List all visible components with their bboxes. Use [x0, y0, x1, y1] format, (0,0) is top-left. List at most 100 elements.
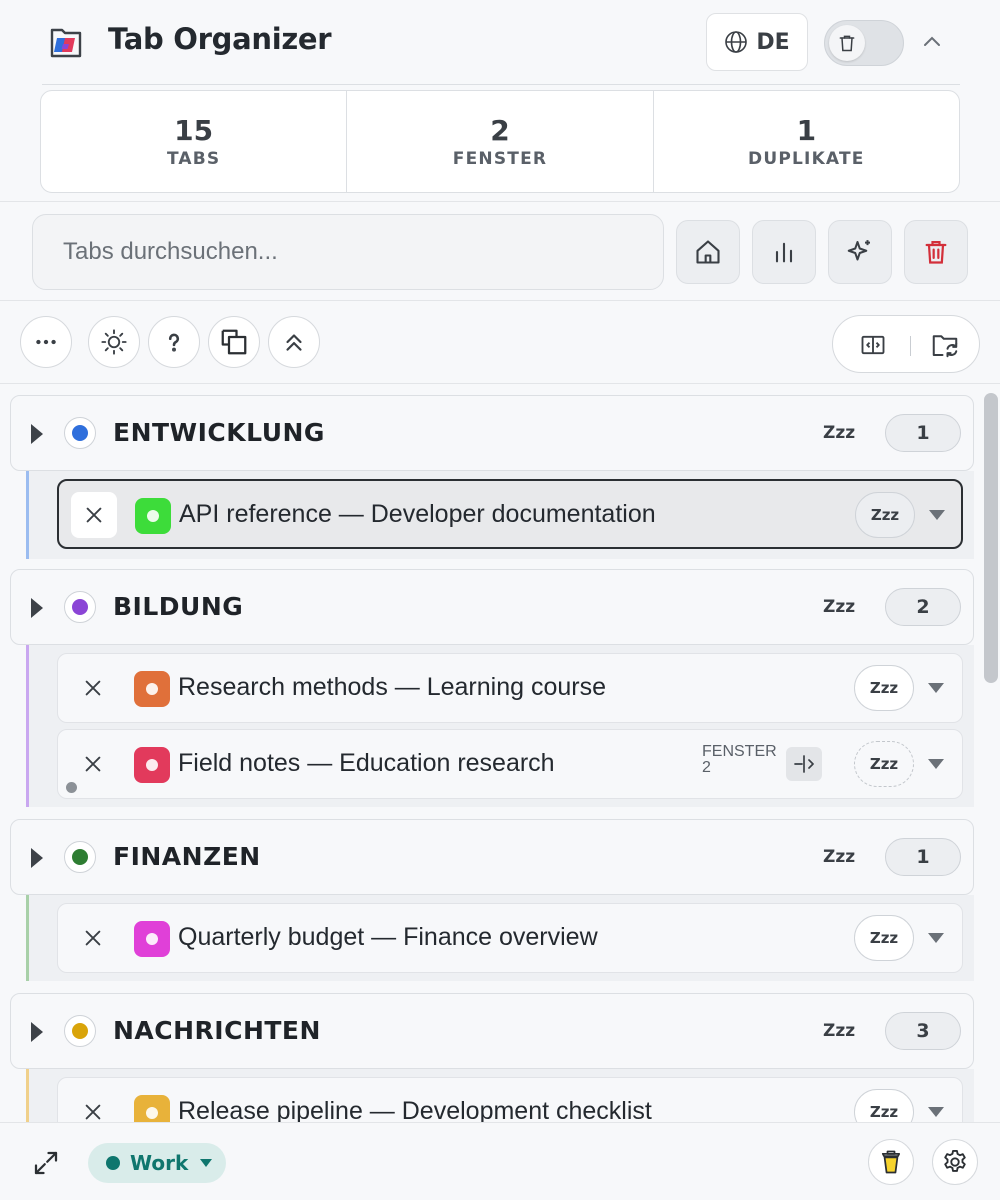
tab-favicon: [134, 747, 170, 783]
theme-toggle-button[interactable]: [88, 316, 140, 368]
group-header-finanzen[interactable]: FINANZEN Zzz 1: [10, 819, 974, 895]
group-header-nachrichten[interactable]: NACHRICHTEN Zzz 3: [10, 993, 974, 1069]
globe-icon: [725, 31, 748, 53]
split-view-button[interactable]: [857, 329, 889, 361]
group-snooze-button[interactable]: Zzz: [823, 847, 855, 867]
trash-red-icon: [925, 240, 947, 264]
group-snooze-button[interactable]: Zzz: [823, 1021, 855, 1041]
snooze-tab-button[interactable]: Zzz: [854, 665, 914, 711]
group-color-dot[interactable]: [64, 417, 96, 449]
help-button[interactable]: [148, 316, 200, 368]
toolbar: [0, 302, 1000, 384]
statistics-button[interactable]: [752, 220, 816, 284]
tab-title[interactable]: Research methods — Learning course: [178, 673, 606, 702]
search-input[interactable]: [32, 214, 664, 290]
group-header-bildung[interactable]: BILDUNG Zzz 2: [10, 569, 974, 645]
expand-caret-icon[interactable]: [31, 598, 43, 618]
tab-menu-caret-icon[interactable]: [928, 933, 944, 943]
snooze-tab-button[interactable]: Zzz: [854, 1089, 914, 1122]
app-title: Tab Organizer: [108, 22, 332, 56]
delete-mode-toggle[interactable]: [824, 20, 904, 66]
color-swatch: [72, 1023, 88, 1039]
home-button[interactable]: [676, 220, 740, 284]
stat-value: 1: [796, 113, 817, 147]
settings-button[interactable]: [932, 1139, 978, 1185]
group-color-dot[interactable]: [64, 591, 96, 623]
move-to-window-button[interactable]: [786, 747, 822, 781]
stat-label: TABS: [166, 148, 221, 169]
tab-title[interactable]: Field notes — Education research: [178, 749, 555, 778]
group-body-nachrichten: Release pipeline — Development checklist…: [26, 1069, 974, 1122]
group-name: FINANZEN: [113, 842, 261, 871]
tab-title[interactable]: Quarterly budget — Finance overview: [178, 923, 598, 952]
stat-value: 2: [490, 113, 510, 147]
language-button[interactable]: DE: [706, 13, 808, 71]
header-divider: [42, 84, 960, 85]
sync-folder-button[interactable]: [929, 329, 961, 361]
group-snooze-button[interactable]: Zzz: [823, 423, 855, 443]
chevron-down-icon: [200, 1159, 213, 1167]
open-fullscreen-button[interactable]: [28, 1145, 64, 1181]
tab-menu-caret-icon[interactable]: [929, 510, 945, 520]
favicon-dot: [146, 759, 158, 771]
search-row: [0, 203, 1000, 301]
group-snooze-button[interactable]: Zzz: [823, 597, 855, 617]
close-tab-button[interactable]: [70, 741, 116, 787]
bar-chart-icon: [775, 242, 793, 263]
coffee-cup-icon: [881, 1150, 901, 1174]
tab-row[interactable]: API reference — Developer documentation …: [57, 479, 963, 549]
ellipsis-icon: [36, 339, 56, 345]
tab-favicon: [135, 498, 171, 534]
collapse-all-button[interactable]: [268, 316, 320, 368]
close-icon: [85, 930, 101, 946]
language-label: DE: [756, 29, 790, 55]
tab-row[interactable]: Field notes — Education research FENSTER…: [57, 729, 963, 799]
folder-sync-icon: [932, 335, 958, 358]
unloaded-indicator: [66, 782, 77, 793]
snooze-tab-button[interactable]: Zzz: [855, 492, 915, 538]
ai-organize-button[interactable]: [828, 220, 892, 284]
close-tab-button[interactable]: [70, 1089, 116, 1122]
close-all-button[interactable]: [904, 220, 968, 284]
tab-menu-caret-icon[interactable]: [928, 1107, 944, 1117]
collapse-header-button[interactable]: [914, 24, 950, 60]
more-options-button[interactable]: [20, 316, 72, 368]
group-header-entwicklung[interactable]: ENTWICKLUNG Zzz 1: [10, 395, 974, 471]
footer-bar: Work: [0, 1122, 1000, 1200]
close-tab-button[interactable]: [70, 915, 116, 961]
expand-caret-icon[interactable]: [31, 1022, 43, 1042]
tab-row[interactable]: Release pipeline — Development checklist…: [57, 1077, 963, 1122]
app-header: Tab Organizer DE 15 TABS 2 FENSTER 1 DUP…: [0, 0, 1000, 202]
tab-row[interactable]: Research methods — Learning course Zzz: [57, 653, 963, 723]
list-scrollbar[interactable]: [984, 393, 998, 683]
app-logo-icon: [48, 24, 84, 60]
group-tab-count: 1: [885, 414, 961, 452]
workspace-selector[interactable]: Work: [88, 1143, 226, 1183]
color-swatch: [72, 599, 88, 615]
expand-caret-icon[interactable]: [31, 424, 43, 444]
group-name: NACHRICHTEN: [113, 1016, 321, 1045]
support-button[interactable]: [868, 1139, 914, 1185]
group-color-dot[interactable]: [64, 1015, 96, 1047]
tab-group-list[interactable]: ENTWICKLUNG Zzz 1 API reference — Develo…: [0, 385, 1000, 1122]
tab-title[interactable]: API reference — Developer documentation: [179, 500, 656, 529]
stat-label: DUPLIKATE: [748, 148, 865, 169]
tab-title[interactable]: Release pipeline — Development checklist: [178, 1097, 652, 1122]
window-indicator: FENSTER 2: [702, 744, 777, 776]
copy-icon: [221, 329, 247, 355]
close-tab-button[interactable]: [70, 665, 116, 711]
group-color-dot[interactable]: [64, 841, 96, 873]
chevrons-up-icon: [286, 334, 302, 351]
close-tab-button[interactable]: [71, 492, 117, 538]
stat-duplicates[interactable]: 1 DUPLIKATE: [654, 91, 959, 192]
tab-menu-caret-icon[interactable]: [928, 683, 944, 693]
snooze-tab-button[interactable]: Zzz: [854, 741, 914, 787]
duplicates-button[interactable]: [208, 316, 260, 368]
favicon-dot: [147, 510, 159, 522]
stat-label: FENSTER: [452, 148, 548, 169]
move-arrow-icon: [794, 755, 814, 773]
tab-row[interactable]: Quarterly budget — Finance overview Zzz: [57, 903, 963, 973]
snooze-tab-button[interactable]: Zzz: [854, 915, 914, 961]
expand-caret-icon[interactable]: [31, 848, 43, 868]
tab-menu-caret-icon[interactable]: [928, 759, 944, 769]
